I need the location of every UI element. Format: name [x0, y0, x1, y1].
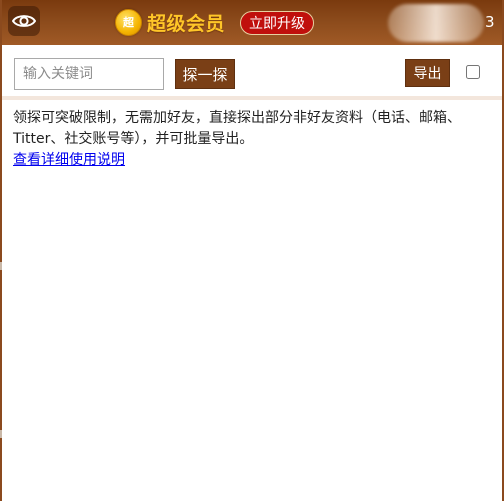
- count-badge: 3: [485, 13, 495, 31]
- plugin-panel: 超 超级会员 立即升级 3 探一探 导出 领探可突破限制，无需加好友，直接探出部…: [0, 0, 504, 501]
- toggle-visibility-button[interactable]: [8, 6, 40, 36]
- edge-mark: [0, 262, 2, 270]
- feature-description: 领探可突破限制，无需加好友，直接探出部分非好友资料（电话、邮箱、Titter、社…: [13, 110, 461, 147]
- search-toolbar: 探一探 导出: [2, 45, 502, 100]
- content-area: 领探可突破限制，无需加好友，直接探出部分非好友资料（电话、邮箱、Titter、社…: [13, 108, 483, 171]
- vip-indicator[interactable]: 超 超级会员: [115, 8, 225, 36]
- upgrade-now-button[interactable]: 立即升级: [240, 11, 314, 35]
- edge-mark: [0, 430, 2, 438]
- eye-icon: [12, 15, 36, 27]
- vip-crown-icon: 超: [115, 8, 142, 36]
- help-instructions-link[interactable]: 查看详细使用说明: [13, 150, 125, 171]
- probe-button[interactable]: 探一探: [175, 59, 235, 89]
- export-button[interactable]: 导出: [405, 59, 450, 87]
- vip-label: 超级会员: [147, 12, 226, 35]
- user-avatar-area[interactable]: [388, 4, 484, 42]
- keyword-search-input[interactable]: [14, 58, 164, 90]
- header-bar: 超 超级会员 立即升级 3: [2, 0, 502, 45]
- select-all-checkbox[interactable]: [466, 65, 480, 79]
